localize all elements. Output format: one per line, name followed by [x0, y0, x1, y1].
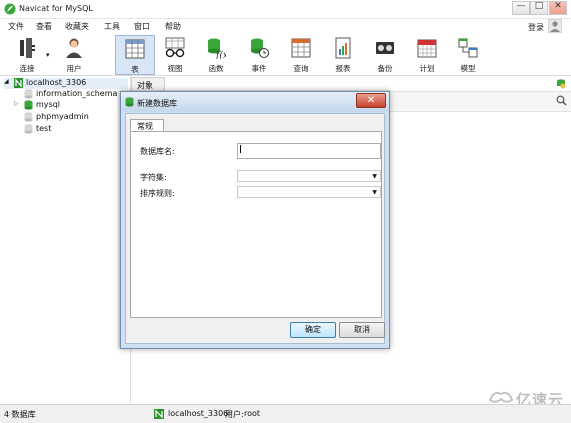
- report-label: 报表: [335, 64, 351, 73]
- menu-file[interactable]: 文件: [8, 21, 24, 32]
- user-icon: [66, 38, 82, 58]
- window-title: Navicat for MySQL: [19, 4, 93, 13]
- db-name-input[interactable]: [237, 143, 381, 159]
- function-icon: f(x): [208, 38, 226, 59]
- menu-help[interactable]: 帮助: [165, 21, 181, 32]
- collation-label: 排序规则:: [140, 189, 175, 198]
- plug-icon: [20, 38, 35, 58]
- connect-label: 连接: [19, 64, 35, 73]
- expanded-arrow-icon[interactable]: ◢: [4, 78, 9, 85]
- collation-select[interactable]: ▼: [237, 186, 381, 198]
- object-info-icon[interactable]: [556, 79, 566, 89]
- report-button[interactable]: 报表: [324, 35, 362, 73]
- backup-label: 备份: [377, 64, 393, 73]
- status-bar: 4 数据库 localhost_3306 用户: root: [0, 404, 571, 423]
- status-user-label: 用户:: [225, 410, 244, 419]
- event-label: 事件: [251, 64, 267, 73]
- menu-tools[interactable]: 工具: [104, 21, 120, 32]
- view-glasses-icon: [165, 37, 185, 58]
- chevron-down-icon: ▼: [372, 173, 377, 180]
- database-icon: [24, 89, 33, 99]
- tree-db-label: test: [36, 124, 52, 133]
- database-icon: [24, 112, 33, 122]
- view-button[interactable]: 视图: [156, 35, 194, 73]
- maximize-icon: □: [534, 1, 544, 11]
- dialog-title-bar[interactable]: 新建数据库 ✕: [121, 92, 389, 112]
- minimize-icon: —: [516, 1, 526, 11]
- db-name-label: 数据库名:: [140, 147, 175, 156]
- tree-db-label: information_schema: [36, 89, 118, 98]
- chevron-down-icon: ▼: [372, 189, 377, 196]
- database-icon: [125, 97, 134, 107]
- tree-connection[interactable]: ◢ localhost_3306: [4, 78, 128, 89]
- model-icon: [458, 38, 478, 58]
- function-label: 函数: [208, 64, 224, 73]
- menu-window[interactable]: 窗口: [134, 21, 150, 32]
- close-icon: ✕: [554, 1, 562, 11]
- database-open-icon: [24, 100, 33, 110]
- login-link[interactable]: 登录: [528, 22, 544, 33]
- tab-objects[interactable]: 对象: [131, 77, 165, 91]
- view-label: 视图: [167, 64, 183, 73]
- main-toolbar: 连接 ▾ 用户 表 视图 f(x) 函数: [0, 33, 571, 76]
- general-panel: 数据库名: 字符集: ▼ 排序规则: ▼: [130, 131, 382, 318]
- report-icon: [335, 37, 351, 59]
- tree-connection-label: localhost_3306: [26, 78, 87, 87]
- charset-label: 字符集:: [140, 173, 167, 182]
- ok-button[interactable]: 确定: [290, 322, 336, 338]
- connection-icon: [14, 78, 23, 88]
- minimize-button[interactable]: —: [512, 1, 530, 15]
- close-button[interactable]: ✕: [549, 1, 567, 15]
- new-database-dialog: 新建数据库 ✕ 常规 数据库名: 字符集: ▼ 排序规则: ▼ 确定 取消: [120, 91, 390, 349]
- close-icon: ✕: [366, 95, 376, 106]
- dialog-body: 常规 数据库名: 字符集: ▼ 排序规则: ▼ 确定 取消: [125, 113, 385, 344]
- connection-tree: ◢ localhost_3306 information_schema ▷ my…: [0, 76, 131, 404]
- query-button[interactable]: 查询: [282, 35, 320, 73]
- model-label: 模型: [460, 64, 476, 73]
- database-icon: [24, 124, 33, 134]
- user-button[interactable]: 用户: [55, 35, 93, 73]
- event-clock-icon: [251, 38, 269, 58]
- search-icon[interactable]: [556, 95, 567, 106]
- query-grid-icon: [291, 38, 311, 58]
- function-button[interactable]: f(x) 函数: [197, 35, 235, 73]
- schedule-button[interactable]: 计划: [408, 35, 446, 73]
- dialog-close-button[interactable]: ✕: [356, 93, 386, 108]
- maximize-button[interactable]: □: [530, 1, 548, 15]
- tree-db-label: mysql: [36, 100, 60, 109]
- status-connection: localhost_3306: [168, 409, 229, 418]
- menu-bar: 文件 查看 收藏夹 工具 窗口 帮助 登录: [0, 19, 571, 33]
- text-caret: [240, 145, 241, 153]
- login-user-icon[interactable]: [548, 19, 562, 33]
- status-db-count: 4 数据库: [4, 410, 36, 419]
- title-bar: Navicat for MySQL — □ ✕: [0, 0, 571, 19]
- tree-db-label: phpmyadmin: [36, 112, 89, 121]
- connect-button[interactable]: 连接: [8, 35, 46, 73]
- collapsed-arrow-icon[interactable]: ▷: [14, 100, 19, 107]
- navicat-logo-icon: [4, 3, 16, 15]
- db-name-field-wrap: [237, 143, 381, 159]
- menu-favorites[interactable]: 收藏夹: [65, 21, 89, 32]
- menu-view[interactable]: 查看: [36, 21, 52, 32]
- connection-icon: [154, 409, 164, 419]
- charset-select[interactable]: ▼: [237, 170, 381, 182]
- query-label: 查询: [293, 64, 309, 73]
- table-icon: [125, 39, 145, 59]
- user-label: 用户: [66, 64, 82, 73]
- model-button[interactable]: 模型: [449, 35, 487, 73]
- event-button[interactable]: 事件: [240, 35, 278, 73]
- table-label: 表: [131, 65, 139, 74]
- svg-text:f(x): f(x): [215, 50, 226, 59]
- calendar-icon: [417, 39, 437, 58]
- status-user: root: [244, 409, 261, 418]
- schedule-label: 计划: [419, 64, 435, 73]
- dialog-title: 新建数据库: [137, 99, 177, 108]
- cancel-button[interactable]: 取消: [339, 322, 385, 338]
- backup-button[interactable]: 备份: [366, 35, 404, 73]
- table-button[interactable]: 表: [115, 35, 155, 75]
- connect-dropdown-arrow-icon[interactable]: ▾: [46, 51, 50, 59]
- backup-icon: [376, 42, 394, 54]
